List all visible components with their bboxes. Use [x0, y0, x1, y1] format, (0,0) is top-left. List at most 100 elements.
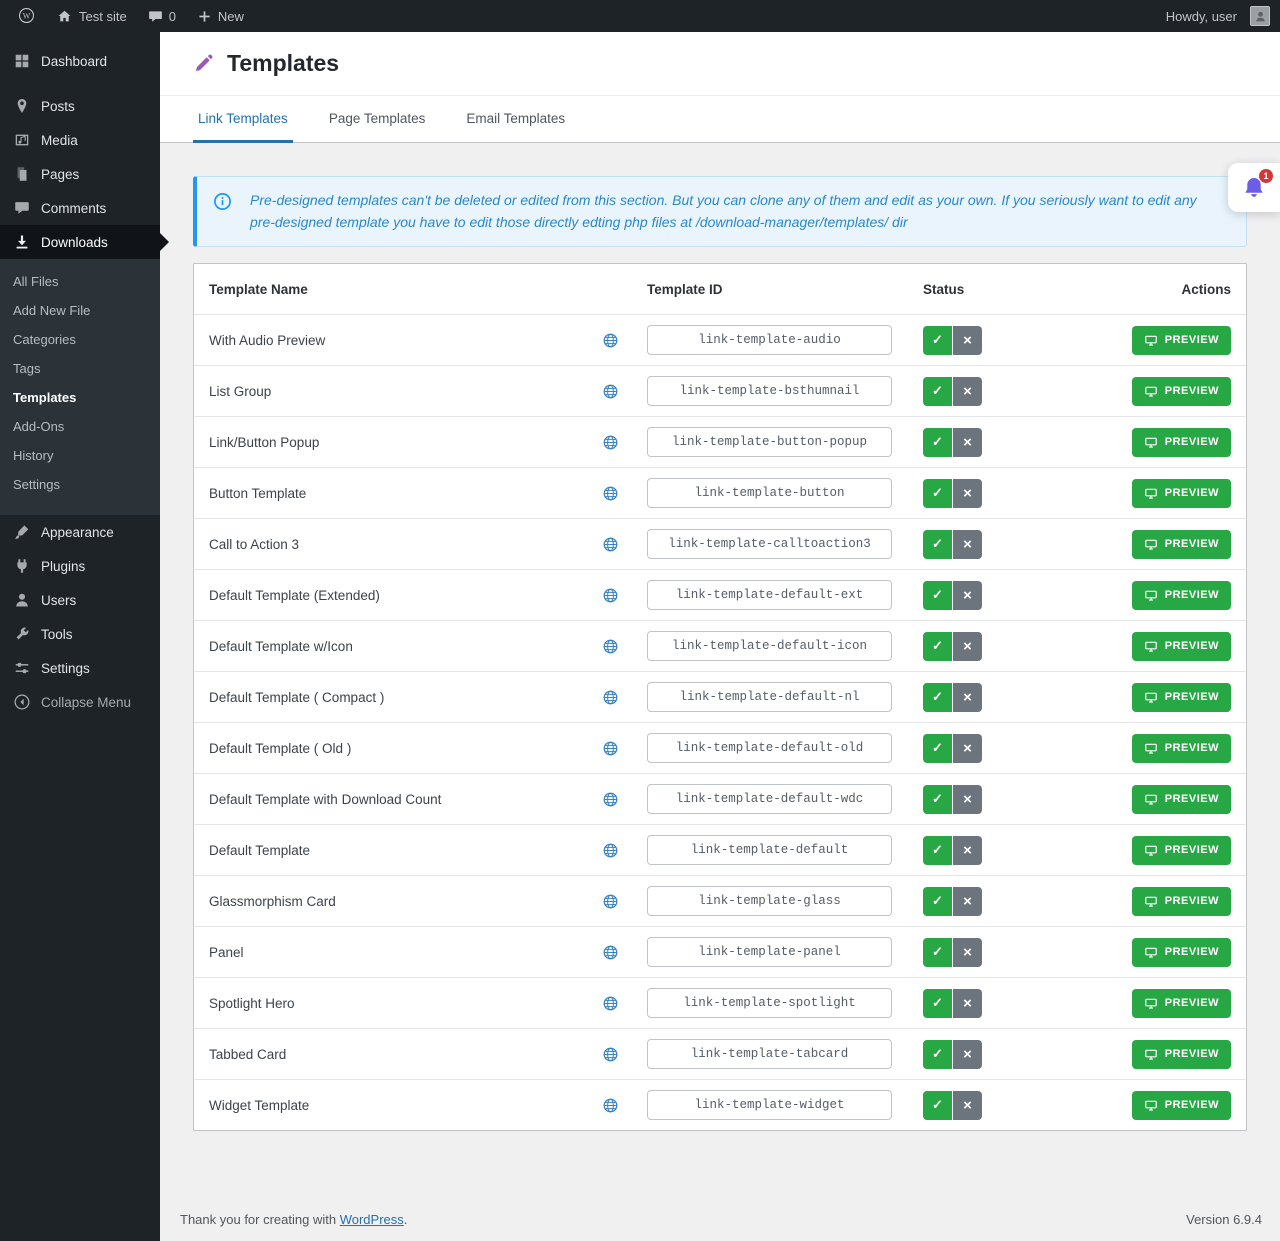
template-id-input[interactable]	[647, 529, 892, 559]
status-active-button[interactable]: ✓	[923, 581, 952, 610]
site-home-link[interactable]: Test site	[46, 0, 137, 32]
submenu-item-categories[interactable]: Categories	[0, 325, 160, 354]
template-id-input[interactable]	[647, 478, 892, 508]
monitor-icon	[1144, 793, 1158, 806]
status-active-button[interactable]: ✓	[923, 989, 952, 1018]
template-id-input[interactable]	[647, 733, 892, 763]
tab-page-templates[interactable]: Page Templates	[324, 96, 431, 143]
sidebar-item-users[interactable]: Users	[0, 583, 160, 617]
status-inactive-button[interactable]: ×	[953, 530, 982, 559]
template-id-input[interactable]	[647, 682, 892, 712]
sidebar-item-downloads[interactable]: Downloads	[0, 225, 160, 259]
template-id-input[interactable]	[647, 988, 892, 1018]
template-id-input[interactable]	[647, 376, 892, 406]
users-icon	[13, 591, 31, 609]
submenu-item-all-files[interactable]: All Files	[0, 267, 160, 296]
status-inactive-button[interactable]: ×	[953, 734, 982, 763]
status-active-button[interactable]: ✓	[923, 734, 952, 763]
template-id-input[interactable]	[647, 937, 892, 967]
tab-link-templates[interactable]: Link Templates	[193, 96, 293, 143]
status-active-button[interactable]: ✓	[923, 1091, 952, 1120]
status-toggle: ✓ ×	[923, 1091, 982, 1120]
preview-button[interactable]: PREVIEW	[1132, 479, 1231, 508]
preview-button[interactable]: PREVIEW	[1132, 683, 1231, 712]
wordpress-link[interactable]: WordPress	[340, 1212, 404, 1227]
status-inactive-button[interactable]: ×	[953, 428, 982, 457]
preview-button[interactable]: PREVIEW	[1132, 989, 1231, 1018]
preview-label: PREVIEW	[1165, 334, 1219, 346]
status-active-button[interactable]: ✓	[923, 683, 952, 712]
submenu-item-add-new-file[interactable]: Add New File	[0, 296, 160, 325]
sidebar-item-settings[interactable]: Settings	[0, 651, 160, 685]
sidebar-item-dashboard[interactable]: Dashboard	[0, 44, 160, 78]
status-active-button[interactable]: ✓	[923, 887, 952, 916]
status-active-button[interactable]: ✓	[923, 785, 952, 814]
notifications-button[interactable]: 1	[1228, 163, 1280, 212]
status-active-button[interactable]: ✓	[923, 836, 952, 865]
preview-button[interactable]: PREVIEW	[1132, 938, 1231, 967]
template-tabs: Link Templates Page Templates Email Temp…	[160, 96, 1280, 143]
template-id-input[interactable]	[647, 1039, 892, 1069]
status-active-button[interactable]: ✓	[923, 428, 952, 457]
template-id-input[interactable]	[647, 580, 892, 610]
sidebar-item-appearance[interactable]: Appearance	[0, 515, 160, 549]
submenu-item-tags[interactable]: Tags	[0, 354, 160, 383]
wordpress-logo-icon[interactable]: W	[8, 0, 46, 32]
preview-button[interactable]: PREVIEW	[1132, 377, 1231, 406]
sidebar-item-pages[interactable]: Pages	[0, 157, 160, 191]
sidebar-item-collapse-menu[interactable]: Collapse Menu	[0, 685, 160, 719]
preview-button[interactable]: PREVIEW	[1132, 1091, 1231, 1120]
tab-email-templates[interactable]: Email Templates	[461, 96, 570, 143]
submenu-item-settings[interactable]: Settings	[0, 470, 160, 499]
status-active-button[interactable]: ✓	[923, 1040, 952, 1069]
sidebar-item-comments[interactable]: Comments	[0, 191, 160, 225]
preview-button[interactable]: PREVIEW	[1132, 785, 1231, 814]
status-inactive-button[interactable]: ×	[953, 581, 982, 610]
preview-button[interactable]: PREVIEW	[1132, 428, 1231, 457]
sidebar-item-plugins[interactable]: Plugins	[0, 549, 160, 583]
submenu-item-add-ons[interactable]: Add-Ons	[0, 412, 160, 441]
template-id-input[interactable]	[647, 631, 892, 661]
status-inactive-button[interactable]: ×	[953, 938, 982, 967]
preview-button[interactable]: PREVIEW	[1132, 632, 1231, 661]
preview-button[interactable]: PREVIEW	[1132, 836, 1231, 865]
status-inactive-button[interactable]: ×	[953, 683, 982, 712]
preview-button[interactable]: PREVIEW	[1132, 734, 1231, 763]
status-active-button[interactable]: ✓	[923, 479, 952, 508]
status-active-button[interactable]: ✓	[923, 377, 952, 406]
template-id-input[interactable]	[647, 325, 892, 355]
status-active-button[interactable]: ✓	[923, 530, 952, 559]
status-inactive-button[interactable]: ×	[953, 632, 982, 661]
preview-label: PREVIEW	[1165, 946, 1219, 958]
status-inactive-button[interactable]: ×	[953, 785, 982, 814]
status-inactive-button[interactable]: ×	[953, 836, 982, 865]
template-id-input[interactable]	[647, 1090, 892, 1120]
status-inactive-button[interactable]: ×	[953, 989, 982, 1018]
status-active-button[interactable]: ✓	[923, 938, 952, 967]
template-id-input[interactable]	[647, 886, 892, 916]
preview-button[interactable]: PREVIEW	[1132, 581, 1231, 610]
status-inactive-button[interactable]: ×	[953, 1040, 982, 1069]
howdy-account-link[interactable]: Howdy, user	[1156, 0, 1270, 32]
status-active-button[interactable]: ✓	[923, 326, 952, 355]
status-inactive-button[interactable]: ×	[953, 326, 982, 355]
submenu-item-templates[interactable]: Templates	[0, 383, 160, 412]
submenu-item-history[interactable]: History	[0, 441, 160, 470]
status-inactive-button[interactable]: ×	[953, 1091, 982, 1120]
preview-button[interactable]: PREVIEW	[1132, 887, 1231, 916]
preview-button[interactable]: PREVIEW	[1132, 326, 1231, 355]
status-active-button[interactable]: ✓	[923, 632, 952, 661]
status-inactive-button[interactable]: ×	[953, 377, 982, 406]
preview-button[interactable]: PREVIEW	[1132, 1040, 1231, 1069]
template-id-input[interactable]	[647, 784, 892, 814]
sidebar-item-posts[interactable]: Posts	[0, 89, 160, 123]
status-inactive-button[interactable]: ×	[953, 887, 982, 916]
sidebar-item-media[interactable]: Media	[0, 123, 160, 157]
template-id-input[interactable]	[647, 427, 892, 457]
sidebar-item-tools[interactable]: Tools	[0, 617, 160, 651]
status-inactive-button[interactable]: ×	[953, 479, 982, 508]
new-content-link[interactable]: New	[186, 0, 254, 32]
comments-admin-link[interactable]: 0	[137, 0, 186, 32]
preview-button[interactable]: PREVIEW	[1132, 530, 1231, 559]
template-id-input[interactable]	[647, 835, 892, 865]
